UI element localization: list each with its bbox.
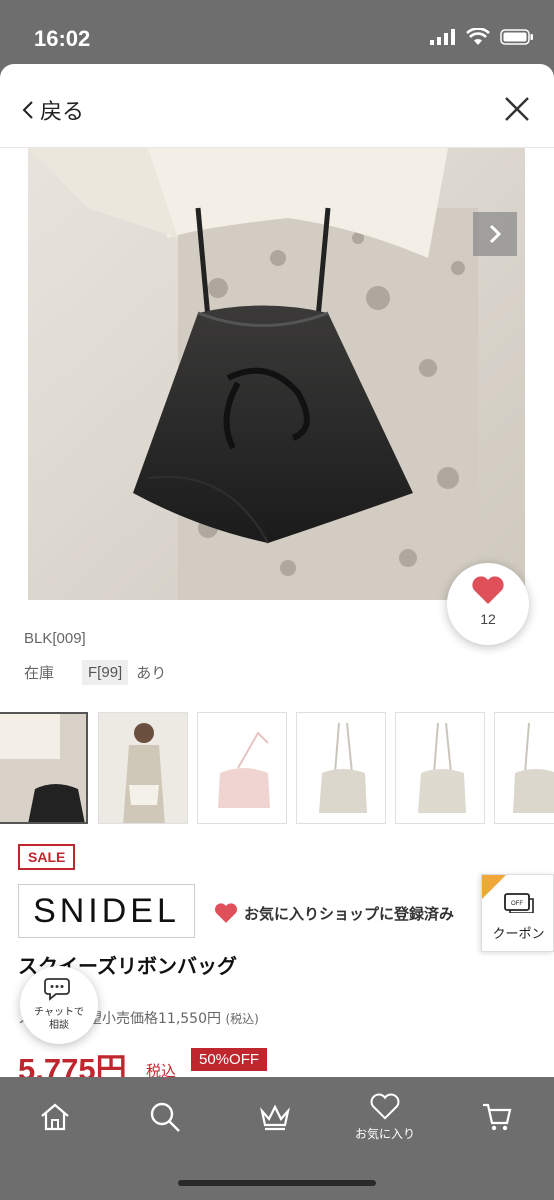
search-icon <box>150 1102 180 1132</box>
chat-icon <box>44 978 70 1001</box>
favorite-count: 12 <box>480 611 496 627</box>
color-code: BLK[009] <box>24 630 86 647</box>
cart-icon <box>483 1103 512 1131</box>
thumb-photo <box>99 713 187 823</box>
product-sheet: 戻る 12 BLK[009] 在庫 F[99] あり SALE SNIDEL お… <box>0 64 554 1200</box>
favorite-shop-status[interactable]: お気に入りショップに登録済み <box>214 902 454 924</box>
thumbnail-2[interactable] <box>98 712 188 824</box>
list-price-tax: (税込) <box>225 1012 259 1026</box>
chevron-right-icon <box>489 224 502 244</box>
back-button[interactable]: 戻る <box>22 94 84 126</box>
nav-bar: 戻る <box>0 64 554 148</box>
status-time: 16:02 <box>34 26 91 51</box>
coupon-label: クーポン <box>492 927 545 942</box>
tab-search[interactable] <box>110 1077 220 1157</box>
tab-ranking[interactable] <box>220 1077 330 1157</box>
stock-row: 在庫 F[99] あり <box>24 660 166 685</box>
thumbnail-4[interactable] <box>296 712 386 824</box>
status-bar: 16:02 <box>0 0 554 64</box>
favorite-button[interactable]: 12 <box>447 563 529 645</box>
close-icon[interactable] <box>502 94 532 124</box>
coupon-button[interactable]: OFF クーポン <box>481 874 554 952</box>
favorite-shop-label: お気に入りショップに登録済み <box>244 904 455 923</box>
coupon-icon: OFF <box>504 893 534 913</box>
bag-photo <box>28 148 525 600</box>
discount-badge: 50%OFF <box>191 1048 268 1071</box>
thumb-photo <box>396 713 484 823</box>
tab-favorites[interactable]: お気に入り <box>330 1077 440 1157</box>
chat-label-line2: 相談 <box>49 1020 69 1031</box>
status-icons <box>430 28 534 46</box>
thumbnail-strip <box>0 712 554 824</box>
next-image-button[interactable] <box>473 212 517 256</box>
chevron-left-icon <box>22 101 33 119</box>
tab-favorites-label: お気に入り <box>354 1126 415 1141</box>
thumbnail-1[interactable] <box>0 712 88 824</box>
stock-label: 在庫 <box>24 665 55 682</box>
signal-icon <box>430 29 455 45</box>
heart-outline-icon <box>370 1093 400 1120</box>
thumb-photo <box>297 713 385 823</box>
product-main-image[interactable] <box>28 148 525 600</box>
battery-icon <box>500 29 533 45</box>
chat-label-line1: チャットで <box>34 1007 84 1018</box>
thumbnail-5[interactable] <box>395 712 485 824</box>
crown-icon <box>260 1104 290 1131</box>
thumb-photo <box>0 714 86 822</box>
sale-badge: SALE <box>18 844 76 870</box>
home-indicator <box>178 1180 376 1186</box>
heart-icon <box>214 903 238 923</box>
thumb-photo <box>495 713 554 823</box>
thumb-photo <box>198 713 286 823</box>
tab-home[interactable] <box>0 1077 110 1157</box>
thumbnail-3[interactable] <box>197 712 287 824</box>
brand-logo[interactable]: SNIDEL <box>18 884 195 938</box>
thumbnail-6[interactable] <box>494 712 554 824</box>
svg-text:OFF: OFF <box>511 901 523 907</box>
chat-button[interactable]: チャットで 相談 <box>20 966 98 1044</box>
home-icon <box>41 1103 69 1131</box>
back-label: 戻る <box>40 99 85 124</box>
chat-label: チャットで 相談 <box>20 1006 98 1032</box>
wifi-icon <box>466 28 490 45</box>
stock-value: あり <box>136 665 167 682</box>
size-chip[interactable]: F[99] <box>82 660 129 685</box>
coupon-corner <box>482 875 506 899</box>
tab-cart[interactable] <box>442 1077 552 1157</box>
heart-icon <box>472 576 504 604</box>
